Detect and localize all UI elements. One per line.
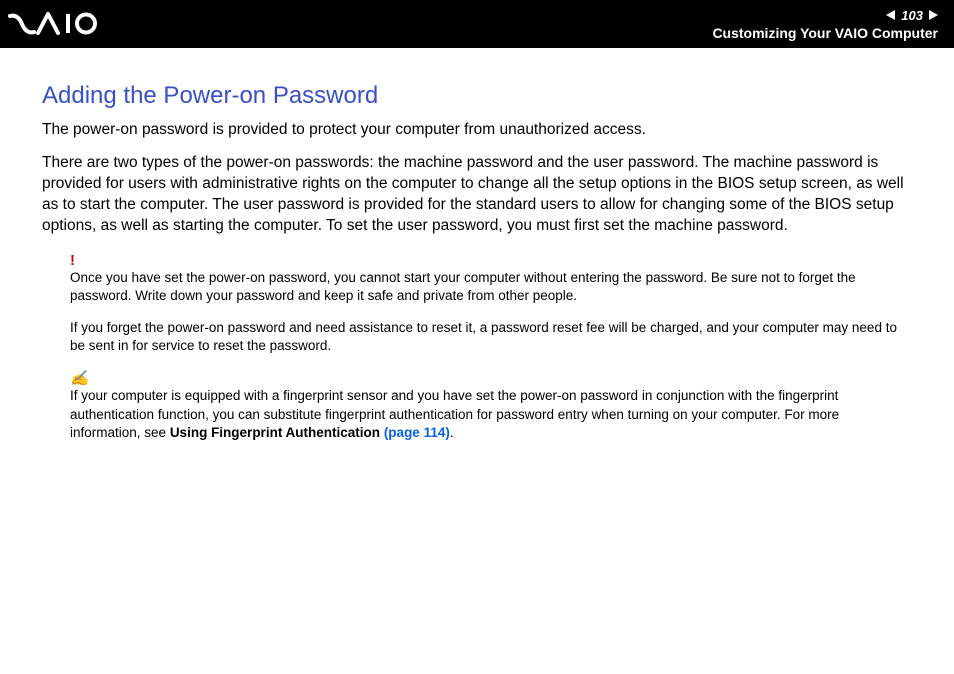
page-title: Adding the Power-on Password <box>42 82 912 110</box>
next-page-icon[interactable] <box>929 10 938 20</box>
intro-paragraph: The power-on password is provided to pro… <box>42 120 912 141</box>
warning-text-1: Once you have set the power-on password,… <box>70 269 912 305</box>
warning-icon: ! <box>70 253 912 268</box>
prev-page-icon[interactable] <box>886 10 895 20</box>
vaio-logo <box>8 10 118 38</box>
page-nav: 103 <box>886 8 938 23</box>
warning-block: ! Once you have set the power-on passwor… <box>70 253 912 356</box>
section-title: Customizing Your VAIO Computer <box>712 25 938 41</box>
page-number: 103 <box>901 8 923 23</box>
tip-block: ✍ If your computer is equipped with a fi… <box>70 371 912 442</box>
warning-text-2: If you forget the power-on password and … <box>70 319 912 355</box>
tip-link[interactable]: (page 114) <box>384 425 450 440</box>
tip-bold: Using Fingerprint Authentication <box>170 425 384 440</box>
description-paragraph: There are two types of the power-on pass… <box>42 153 912 237</box>
page-header: 103 Customizing Your VAIO Computer <box>0 0 954 48</box>
page-content: Adding the Power-on Password The power-o… <box>0 48 954 442</box>
tip-post: . <box>450 425 454 440</box>
tip-icon: ✍ <box>70 371 912 386</box>
header-right: 103 Customizing Your VAIO Computer <box>712 8 938 41</box>
tip-text: If your computer is equipped with a fing… <box>70 387 912 442</box>
